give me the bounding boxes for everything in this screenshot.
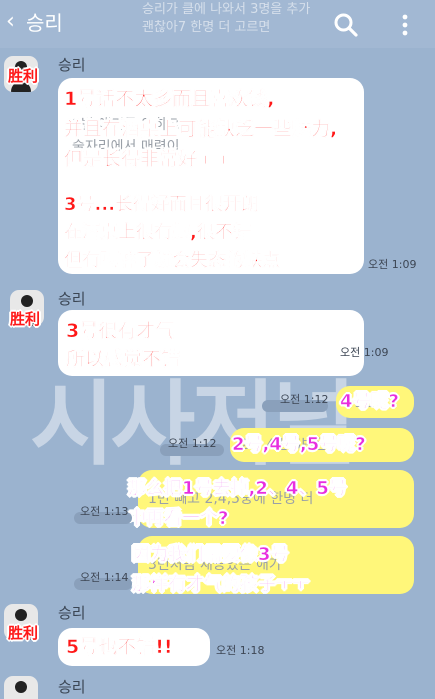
message-time: 오전 1:09 [368,258,417,271]
translation-line: 在酒桌上很有趣,很不错 [64,222,251,244]
message-time: 오전 1:09 [340,346,389,359]
translation-line: 3号...长得好而且很开朗 [64,194,260,216]
chat-header: ‹ 승리 승리가 클에 나와서 3명을 추가 괜찮아7 한명 더 고르면 [0,0,435,48]
translation-line: 中再看一个? [128,508,229,530]
avatar[interactable] [4,676,38,699]
message-time: 오전 1:14 [80,571,129,584]
overlay-tag: 胜利 [8,67,39,85]
translation-line: 那么把1号去掉,2、4、5号 [128,478,348,500]
message-time: 오전 1:18 [216,644,265,657]
translation-line: 2号,4号,5号呢? [232,434,366,456]
sender-name: 승리 [58,604,86,622]
translation-line: 并且在酒桌上可能缺乏一些魅力, [64,118,338,141]
header-background-text: 괜찮아7 한명 더 고르면 [142,20,271,35]
sender-name: 승리 [58,56,86,74]
translation-line: 因为我们需要像3号 [132,544,289,566]
header-background-text: 승리가 클에 나와서 3명을 추가 [142,2,311,17]
translation-line: 1号话不太多而且喜欢钱, [64,88,275,111]
chevron-left-icon[interactable]: ‹ [6,10,15,34]
translation-line: 5号也不错!! [66,636,173,659]
search-icon[interactable] [333,12,359,38]
translation-line: 但有喝醉了就会失态的缺点 [64,250,281,272]
translation-line: 但是长得非常好ㅜㅜ [64,148,233,171]
sender-name: 승리 [58,678,86,696]
translation-line: 所以感觉不错 [66,348,181,371]
message-time: 오전 1:12 [168,437,217,450]
more-vertical-icon[interactable] [398,14,412,36]
translation-line: 3号很有才气 [66,320,175,343]
overlay-tag: 胜利 [10,310,41,328]
chat-title: 승리 [26,11,63,35]
translation-line: 那样有才气的孩子ㅜㅜ [132,574,310,596]
overlay-tag: 胜利 [8,624,39,642]
message-time: 오전 1:12 [280,393,329,406]
translation-line: 4号呢? [340,391,400,413]
person-icon [15,681,27,693]
sender-name: 승리 [58,290,86,308]
message-time: 오전 1:13 [80,505,129,518]
